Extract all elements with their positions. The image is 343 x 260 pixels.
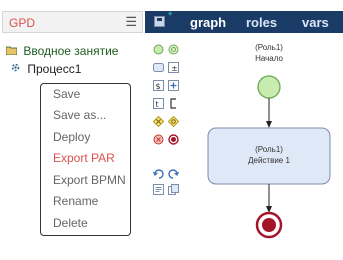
menu-item-export-par[interactable]: Export PAR	[53, 151, 115, 165]
timer-icon[interactable]: t	[153, 98, 164, 109]
add-icon[interactable]	[168, 80, 179, 91]
cancel-event-icon[interactable]	[153, 134, 164, 145]
editor-panel: * graph roles vars ± $ t (Роль1) Начало	[145, 0, 343, 255]
element-palette: ± $ t	[149, 43, 181, 203]
svg-text:$: $	[156, 82, 161, 91]
explorer-panel: GPD ☰ Вводное занятие Процесс1 Save Save…	[0, 0, 145, 255]
start-event-alt-icon[interactable]	[168, 44, 179, 55]
gateway-alt-icon[interactable]	[168, 116, 179, 127]
end-event-inner	[262, 218, 276, 232]
menu-item-rename[interactable]: Rename	[53, 194, 98, 208]
tree-item-process[interactable]: Процесс1	[10, 62, 81, 76]
task-role: (Роль1)	[255, 145, 283, 154]
editor-tabbar: * graph roles vars	[145, 10, 343, 33]
menu-item-delete[interactable]: Delete	[53, 216, 88, 230]
tab-vars[interactable]: vars	[302, 15, 329, 30]
undo-icon[interactable]	[153, 168, 164, 179]
tree-item-project[interactable]: Вводное занятие	[5, 44, 119, 58]
context-menu: Save Save as... Deploy Export PAR Export…	[40, 83, 131, 236]
task-label: Действие 1	[248, 156, 290, 165]
start-event-icon[interactable]	[153, 44, 164, 55]
bracket-icon[interactable]	[168, 98, 179, 109]
tree-item-label: Процесс1	[27, 62, 82, 76]
subprocess-icon[interactable]: ±	[168, 62, 179, 73]
svg-text:±: ±	[171, 64, 178, 73]
process-icon	[10, 62, 24, 76]
tab-graph[interactable]: graph	[190, 15, 226, 30]
gateway-icon[interactable]	[153, 116, 164, 127]
unsaved-indicator: *	[168, 10, 173, 22]
bpmn-diagram: (Роль1) Начало (Роль1) Действие 1	[207, 43, 331, 239]
start-event-role: (Роль1)	[255, 43, 283, 52]
menu-item-save-as[interactable]: Save as...	[53, 108, 106, 122]
task-icon[interactable]	[153, 62, 164, 73]
end-event-icon[interactable]	[168, 134, 179, 145]
hamburger-icon[interactable]: ☰	[125, 14, 137, 30]
start-event-label: Начало	[255, 54, 283, 63]
menu-item-save[interactable]: Save	[53, 87, 80, 101]
folder-icon	[5, 45, 20, 58]
tree-item-label: Вводное занятие	[23, 44, 119, 58]
save-icon[interactable]	[154, 16, 165, 27]
redo-icon[interactable]	[168, 168, 179, 179]
svg-text:t: t	[156, 100, 159, 109]
tab-roles[interactable]: roles	[246, 15, 277, 30]
script-task-icon[interactable]: $	[153, 80, 164, 91]
arrow-head	[266, 121, 272, 128]
copy-icon[interactable]	[168, 184, 179, 195]
diagram-canvas[interactable]: (Роль1) Начало (Роль1) Действие 1	[183, 33, 343, 255]
menu-item-export-bpmn[interactable]: Export BPMN	[53, 173, 126, 187]
explorer-title: GPD	[9, 16, 36, 30]
text-annotation-icon[interactable]	[153, 184, 164, 195]
start-event[interactable]	[257, 75, 281, 99]
explorer-header: GPD ☰	[2, 11, 143, 33]
menu-item-deploy[interactable]: Deploy	[53, 130, 90, 144]
